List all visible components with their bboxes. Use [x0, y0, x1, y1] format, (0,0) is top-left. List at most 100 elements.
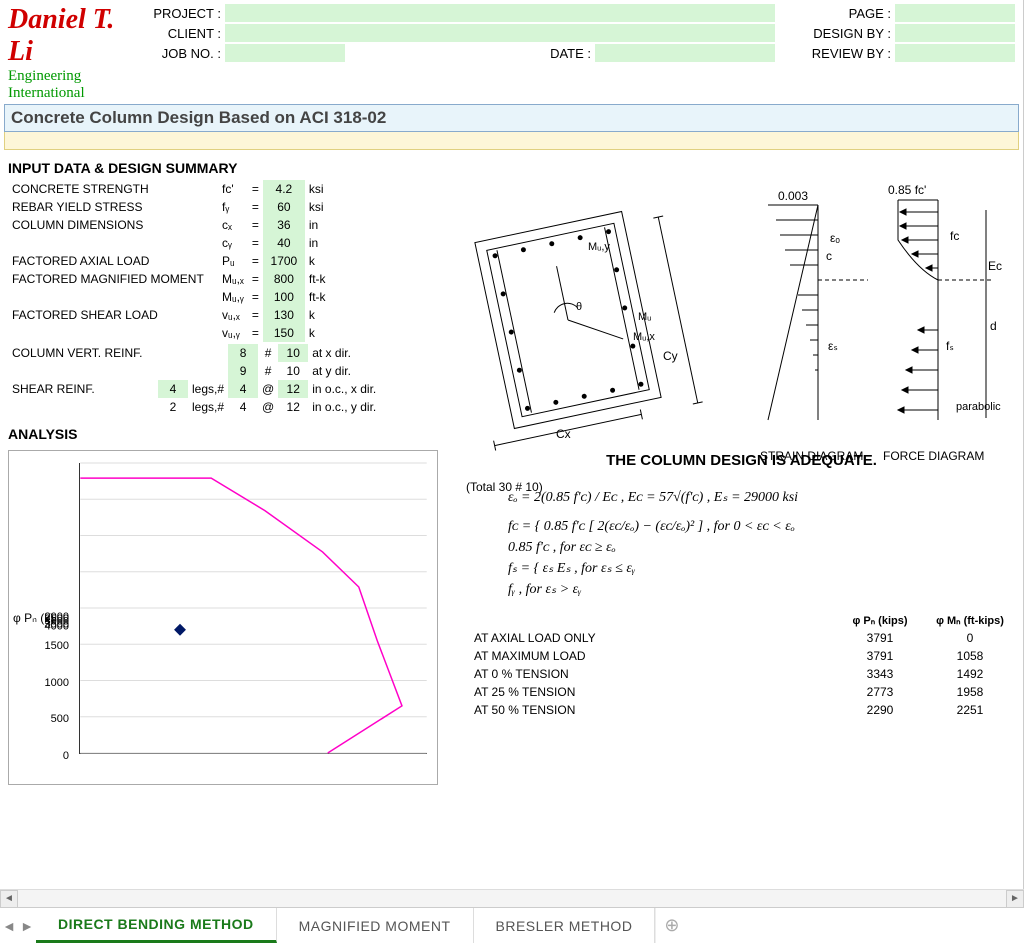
- reinf-dir: in o.c., y dir.: [308, 398, 380, 416]
- designby-label: DESIGN BY :: [775, 26, 895, 41]
- label-fc: fᴄ: [950, 229, 959, 243]
- input-value[interactable]: 130: [263, 306, 305, 324]
- label-Ec: Eᴄ: [988, 259, 1002, 273]
- sheet-tabbar: ◄ ► DIRECT BENDING METHODMAGNIFIED MOMEN…: [0, 907, 1024, 943]
- results-label: AT 0 % TENSION: [468, 665, 835, 683]
- results-m: 1492: [925, 665, 1015, 683]
- reinf-legs[interactable]: 4: [158, 380, 188, 398]
- equals: =: [248, 270, 263, 288]
- input-value[interactable]: 100: [263, 288, 305, 306]
- reinf-val-c[interactable]: 12: [278, 380, 308, 398]
- label-eps-s: εₛ: [828, 339, 838, 353]
- reinf-legs[interactable]: 2: [158, 398, 188, 416]
- reinf-val-a[interactable]: 4: [228, 380, 258, 398]
- label-cy: Cy: [663, 349, 678, 363]
- input-value[interactable]: 36: [263, 216, 305, 234]
- chart-design-point: [174, 624, 186, 636]
- input-value[interactable]: 40: [263, 234, 305, 252]
- tab-nav-next-icon[interactable]: ►: [18, 908, 36, 943]
- input-symbol: cₓ: [218, 216, 248, 234]
- section-analysis: ANALYSIS: [8, 416, 468, 446]
- reinf-row: SHEAR REINF.4legs,#4@12in o.c., x dir.: [8, 380, 380, 398]
- input-unit: ft-k: [305, 270, 375, 288]
- label-force: FORCE DIAGRAM: [883, 449, 984, 463]
- page-value[interactable]: [895, 4, 1015, 22]
- reinf-val-a[interactable]: 8: [228, 344, 258, 362]
- input-value[interactable]: 150: [263, 324, 305, 342]
- chart-interaction-curve: [80, 478, 402, 753]
- client-value[interactable]: [225, 24, 775, 42]
- input-row: REBAR YIELD STRESSfᵧ=60ksi: [8, 198, 375, 216]
- equals: =: [248, 252, 263, 270]
- input-row: FACTORED MAGNIFIED MOMENTMᵤ,ₓ=800ft-k: [8, 270, 375, 288]
- tab-nav-prev-icon[interactable]: ◄: [0, 908, 18, 943]
- results-label: AT AXIAL LOAD ONLY: [468, 629, 835, 647]
- jobno-value[interactable]: [225, 44, 345, 62]
- input-value[interactable]: 60: [263, 198, 305, 216]
- scroll-right-icon[interactable]: ►: [1006, 890, 1024, 908]
- sheet-tab[interactable]: BRESLER METHOD: [474, 908, 656, 943]
- input-row: Mᵤ,ᵧ=100ft-k: [8, 288, 375, 306]
- input-value[interactable]: 4.2: [263, 180, 305, 198]
- scroll-left-icon[interactable]: ◄: [0, 890, 18, 908]
- section-input: INPUT DATA & DESIGN SUMMARY: [0, 150, 1023, 180]
- results-p: 3343: [835, 665, 925, 683]
- reinf-val-c: 12: [278, 398, 308, 416]
- equals: =: [248, 234, 263, 252]
- input-symbol: vᵤ,ₓ: [218, 306, 248, 324]
- results-header-m: φ Mₙ (ft-kips): [925, 612, 1015, 629]
- results-row: AT MAXIMUM LOAD37911058: [468, 647, 1015, 665]
- input-table: CONCRETE STRENGTHfᴄ'=4.2ksiREBAR YIELD S…: [8, 180, 375, 342]
- label-cx: Cx: [556, 427, 571, 441]
- reinf-legs-unit: legs,#: [188, 398, 228, 416]
- reinf-dir: at x dir.: [308, 344, 380, 362]
- results-row: AT 0 % TENSION33431492: [468, 665, 1015, 683]
- project-value[interactable]: [225, 4, 775, 22]
- input-value[interactable]: 1700: [263, 252, 305, 270]
- reinf-val-a[interactable]: 9: [228, 362, 258, 380]
- results-p: 2773: [835, 683, 925, 701]
- left-column: CONCRETE STRENGTHfᴄ'=4.2ksiREBAR YIELD S…: [8, 180, 468, 785]
- reviewby-value[interactable]: [895, 44, 1015, 62]
- equals: =: [248, 288, 263, 306]
- equals: =: [248, 324, 263, 342]
- math-block: εₒ = 2(0.85 f'ᴄ) / Eᴄ , Eᴄ = 57√(f'ᴄ) , …: [468, 481, 1015, 606]
- add-sheet-icon[interactable]: ⊕: [655, 908, 687, 943]
- sheet-tab[interactable]: MAGNIFIED MOMENT: [277, 908, 474, 943]
- input-symbol: Mᵤ,ᵧ: [218, 288, 248, 306]
- input-symbol: fᴄ': [218, 180, 248, 198]
- reinf-dir: in o.c., x dir.: [308, 380, 380, 398]
- reinf-label: [8, 362, 158, 380]
- designby-value[interactable]: [895, 24, 1015, 42]
- input-value[interactable]: 800: [263, 270, 305, 288]
- reinf-sep: #: [258, 344, 278, 362]
- horizontal-scrollbar[interactable]: ◄ ►: [0, 889, 1024, 907]
- date-value[interactable]: [595, 44, 775, 62]
- label-mux: Mᵤ,x: [633, 331, 655, 343]
- reinf-table: COLUMN VERT. REINF.8#10at x dir.9#10at y…: [8, 344, 380, 416]
- results-label: AT 25 % TENSION: [468, 683, 835, 701]
- math-line-3: 0.85 f'ᴄ , for εᴄ ≥ εₒ: [508, 537, 1015, 558]
- yellow-strip: [4, 132, 1019, 150]
- reinf-row: 9#10at y dir.: [8, 362, 380, 380]
- input-label: FACTORED SHEAR LOAD: [8, 306, 218, 324]
- interaction-chart: φ Pₙ (k) 0500100015002000250030003500400…: [8, 450, 438, 785]
- content: CONCRETE STRENGTHfᴄ'=4.2ksiREBAR YIELD S…: [0, 180, 1023, 785]
- results-label: AT 50 % TENSION: [468, 701, 835, 719]
- results-table: φ Pₙ (kips)φ Mₙ (ft-kips)AT AXIAL LOAD O…: [468, 612, 1015, 719]
- reinf-label: SHEAR REINF.: [8, 380, 158, 398]
- diagram-svg: Cx Cy Mᵤ Mᵤ,x Mᵤ,y θ 0.003: [468, 180, 1013, 455]
- reinf-val-c[interactable]: 10: [278, 344, 308, 362]
- input-unit: in: [305, 234, 375, 252]
- results-m: 1958: [925, 683, 1015, 701]
- input-unit: k: [305, 324, 375, 342]
- project-label: PROJECT :: [115, 6, 225, 21]
- results-row: AT 25 % TENSION27731958: [468, 683, 1015, 701]
- input-unit: ksi: [305, 198, 375, 216]
- sheet-tab[interactable]: DIRECT BENDING METHOD: [36, 908, 277, 943]
- input-label: FACTORED MAGNIFIED MOMENT: [8, 270, 218, 288]
- chart-area: [79, 463, 427, 754]
- client-label: CLIENT :: [115, 26, 225, 41]
- input-symbol: Pᵤ: [218, 252, 248, 270]
- label-parabolic: parabolic: [956, 401, 1001, 413]
